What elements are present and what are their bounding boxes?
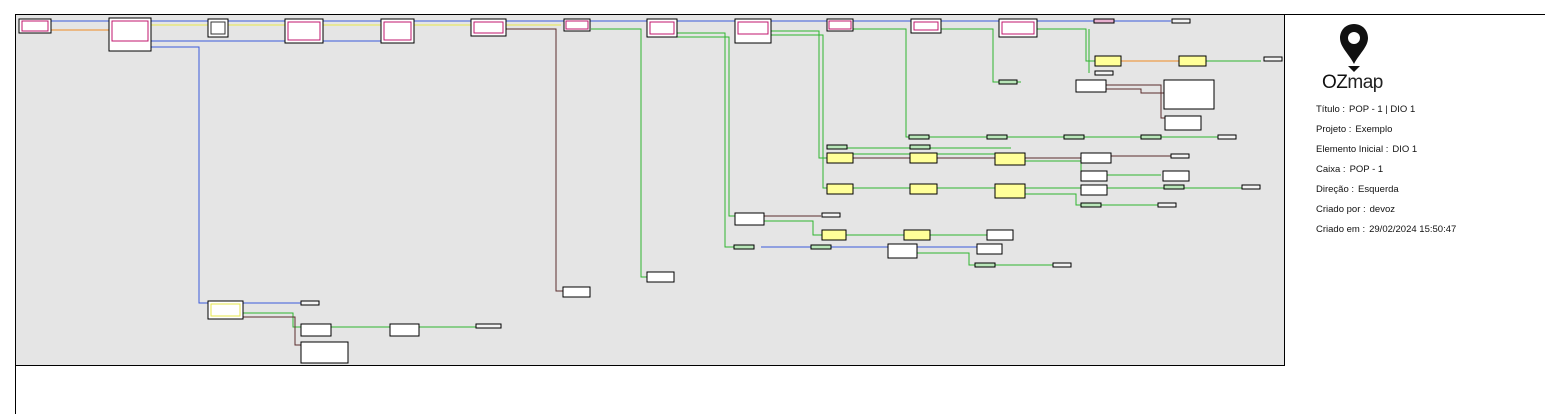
info-panel: Título : POP - 1 | DIO 1 Projeto : Exemplo… <box>1316 104 1536 244</box>
connector-bar[interactable] <box>1063 134 1085 140</box>
equipment-box[interactable] <box>389 323 420 337</box>
equipment-box[interactable] <box>909 183 938 195</box>
info-criado-por-value: devoz <box>1369 204 1395 215</box>
equipment-box[interactable] <box>646 271 675 283</box>
equipment-box[interactable] <box>1178 55 1207 67</box>
connector-bar[interactable] <box>1080 202 1102 208</box>
info-projeto-value: Exemplo <box>1355 124 1393 135</box>
connector-bar[interactable] <box>1140 134 1162 140</box>
connector-bar[interactable] <box>1263 56 1283 62</box>
fiber-diagram-canvas[interactable] <box>15 14 1285 366</box>
equipment-box[interactable] <box>562 286 591 298</box>
connector-bar[interactable] <box>300 300 320 306</box>
equipment-box[interactable] <box>380 18 415 44</box>
info-caixa: Caixa : POP - 1 <box>1316 164 1536 184</box>
info-projeto-label: Projeto : <box>1316 124 1352 135</box>
branch-green-line-3 <box>677 36 736 217</box>
equipment-box[interactable] <box>821 229 847 241</box>
connector-bar[interactable] <box>821 212 841 218</box>
connector-bar[interactable] <box>986 134 1008 140</box>
info-elemento-inicial-label: Elemento Inicial : <box>1316 144 1389 155</box>
info-caixa-value: POP - 1 <box>1349 164 1384 175</box>
connector-bar[interactable] <box>1093 18 1115 24</box>
info-projeto: Projeto : Exemplo <box>1316 124 1536 144</box>
branch-green-line-8 <box>1037 28 1261 62</box>
info-titulo: Título : POP - 1 | DIO 1 <box>1316 104 1536 124</box>
connector-bar[interactable] <box>1241 184 1261 190</box>
branch-green-line-2 <box>677 32 734 248</box>
equipment-box[interactable] <box>994 183 1026 199</box>
connector-bar[interactable] <box>1163 184 1185 190</box>
connector-bar[interactable] <box>1171 18 1191 24</box>
connector-bar[interactable] <box>998 79 1018 85</box>
equipment-box[interactable] <box>976 243 1003 255</box>
equipment-box[interactable] <box>1164 115 1202 131</box>
connector-bar[interactable] <box>1170 153 1190 159</box>
branch-brown-line <box>506 28 563 292</box>
info-titulo-value: POP - 1 | DIO 1 <box>1349 104 1416 115</box>
connector-bar[interactable] <box>974 262 996 268</box>
map-pin-icon <box>1340 24 1368 72</box>
logo-strong: OZ <box>1322 72 1348 93</box>
equipment-box[interactable] <box>1162 170 1190 182</box>
info-direcao-label: Direção : <box>1316 184 1355 195</box>
connector-bar[interactable] <box>826 144 848 150</box>
equipment-box[interactable] <box>994 152 1026 166</box>
equipment-box[interactable] <box>1080 184 1108 196</box>
logo-light: map <box>1347 72 1383 93</box>
info-criado-em: Criado em :29/02/2024 15:50:47 <box>1316 224 1536 244</box>
equipment-box[interactable] <box>887 243 918 259</box>
logo-wordmark: OZmap <box>1322 72 1383 94</box>
info-criado-por-label: Criado por : <box>1316 204 1366 215</box>
connector-bar[interactable] <box>909 144 931 150</box>
equipment-box[interactable] <box>1080 170 1108 182</box>
branch-green-line-16 <box>241 312 501 328</box>
info-criado-em-value: 29/02/2024 15:50:47 <box>1369 224 1457 235</box>
equipment-box[interactable] <box>284 18 324 44</box>
branch-brown-line-2 <box>1101 84 1166 119</box>
equipment-box[interactable] <box>300 323 332 337</box>
equipment-box[interactable] <box>986 229 1014 241</box>
connector-bar[interactable] <box>908 134 930 140</box>
equipment-box[interactable] <box>300 341 349 364</box>
info-direcao: Direção : Esquerda <box>1316 184 1536 204</box>
connector-bar[interactable] <box>1217 134 1237 140</box>
connector-bar[interactable] <box>1094 70 1114 76</box>
ozmap-logo: OZmap <box>1322 22 1392 94</box>
branch-green-line-14 <box>761 220 1011 236</box>
connector-bar[interactable] <box>733 244 755 250</box>
connector-bar[interactable] <box>1052 262 1072 268</box>
info-direcao-value: Esquerda <box>1358 184 1399 195</box>
branch-brown-line-6 <box>241 316 301 346</box>
fiber-diagram <box>18 17 1283 364</box>
connector-bar[interactable] <box>475 323 502 329</box>
equipment-box[interactable] <box>1080 152 1112 164</box>
equipment-box[interactable] <box>910 18 942 34</box>
info-criado-em-label: Criado em : <box>1316 224 1366 235</box>
equipment-box[interactable] <box>909 152 938 164</box>
branch-blue-line <box>151 46 301 304</box>
equipment-box[interactable] <box>1094 55 1122 67</box>
equipment-box[interactable] <box>734 212 765 226</box>
equipment-box[interactable] <box>826 152 854 164</box>
equipment-box-pop[interactable] <box>108 17 152 52</box>
connector-bar[interactable] <box>810 244 832 250</box>
branch-brown-line-3 <box>1101 88 1166 94</box>
info-criado-por: Criado por : devoz <box>1316 204 1536 224</box>
info-titulo-label: Título : <box>1316 104 1346 115</box>
info-caixa-label: Caixa : <box>1316 164 1346 175</box>
equipment-box[interactable] <box>826 183 854 195</box>
connector-bar[interactable] <box>1157 202 1177 208</box>
branch-green-line-4 <box>771 30 828 159</box>
branch-green-line <box>591 28 648 278</box>
equipment-box[interactable] <box>903 229 931 241</box>
equipment-box[interactable] <box>734 18 772 44</box>
equipment-box[interactable] <box>1075 79 1107 93</box>
info-elemento-inicial: Elemento Inicial : DIO 1 <box>1316 144 1536 164</box>
info-elemento-inicial-value: DIO 1 <box>1392 144 1418 155</box>
equipment-box[interactable] <box>1163 79 1215 110</box>
